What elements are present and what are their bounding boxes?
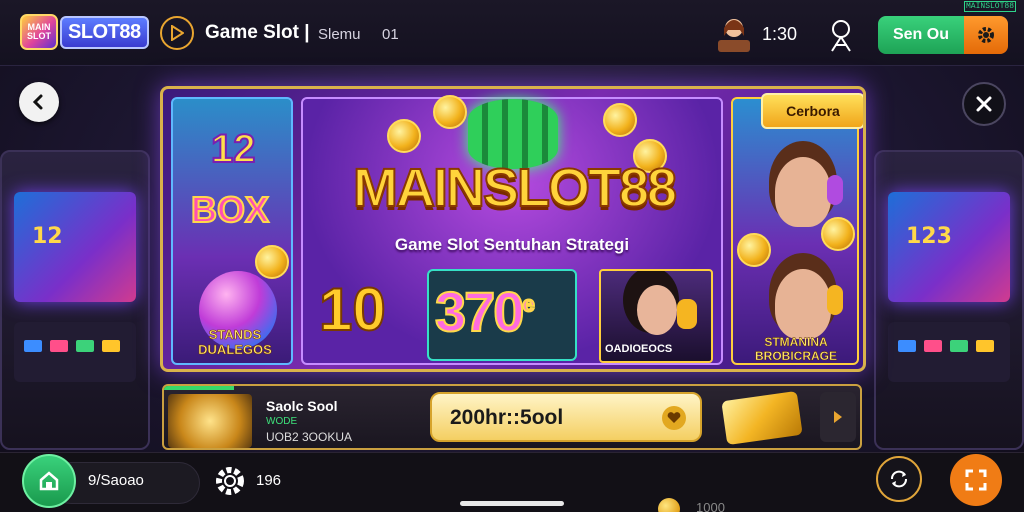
promo-strip[interactable]: Saolc Sool WODE UOB2 3OOKUA 200hr::5ool	[162, 384, 862, 450]
tag-button[interactable]: Cerbora	[761, 93, 863, 129]
sync-button[interactable]	[876, 456, 922, 502]
user-icon[interactable]	[826, 18, 856, 54]
coin-icon	[821, 217, 855, 251]
home-icon	[39, 471, 59, 491]
banner-center-panel: MAINSLOT88 Game Slot Sentuhan Strategi 1…	[301, 95, 723, 365]
promo-title: Saolc Sool	[266, 398, 338, 414]
arrow-left-icon	[32, 94, 43, 110]
promo-subtitle: WODE	[266, 416, 298, 427]
page-subtitle: Slemu	[318, 26, 361, 43]
bottom-amount: 1000	[696, 500, 725, 512]
logo-badge: MAIN SLOT	[20, 14, 58, 50]
page-number: 01	[382, 26, 399, 43]
promo-banner[interactable]: 12 BOX STANDS DUALEGOS MAINSLOT88 Game S…	[160, 86, 866, 372]
number-right-sup: e	[521, 290, 535, 317]
play-button[interactable]	[160, 16, 194, 50]
gold-bar-graphic	[721, 390, 803, 446]
coin-icon	[737, 233, 771, 267]
close-button[interactable]	[962, 82, 1006, 126]
top-bar	[0, 0, 1024, 66]
expand-icon	[965, 469, 987, 491]
player-image-bottom	[775, 269, 831, 339]
coin-icon	[603, 103, 637, 137]
avatar[interactable]	[716, 14, 752, 54]
arcade-cabinet-right: 123	[874, 150, 1024, 450]
promo-progress-bar	[164, 386, 234, 390]
banner-left-panel: 12 BOX STANDS DUALEGOS	[171, 97, 293, 365]
left-word: BOX	[190, 188, 270, 231]
play-icon	[171, 25, 184, 41]
sync-icon	[891, 470, 907, 488]
coin-icon	[255, 245, 289, 279]
sign-in-label: Sen Ou	[878, 16, 964, 54]
heart-icon[interactable]	[662, 406, 686, 430]
brand-title: MAINSLOT88	[352, 157, 678, 219]
headphones-icon	[827, 285, 843, 315]
expand-button[interactable]	[950, 454, 1002, 506]
number-right-value: 370	[434, 279, 525, 344]
chevron-right-icon	[834, 411, 842, 423]
number-right: 370e	[434, 279, 536, 344]
home-button[interactable]	[22, 454, 76, 508]
back-button[interactable]	[19, 82, 59, 122]
headphones-icon	[827, 175, 843, 205]
banner-right-panel: STMANINA BROBICRAGE	[731, 97, 859, 365]
balance-display: 1:30	[762, 24, 798, 44]
next-button[interactable]	[820, 392, 856, 442]
pill-text: 9/Saoao	[88, 472, 144, 489]
arcade-cabinet-left: 12	[0, 150, 150, 450]
photo-caption: OADIOEOCS	[605, 343, 673, 355]
tagline: Game Slot Sentuhan Strategi	[394, 235, 630, 254]
gear-icon[interactable]	[214, 465, 246, 497]
sign-in-button[interactable]: Sen Ou	[878, 16, 1008, 54]
left-number: 12	[210, 126, 256, 172]
player-image-top	[775, 157, 831, 227]
player-photo: OADIOEOCS	[599, 269, 713, 363]
promo-timer-text: 200hr::5ool	[450, 406, 564, 429]
close-icon	[976, 96, 992, 112]
logo-text: SLOT88	[60, 15, 149, 49]
count-text: 196	[256, 472, 282, 489]
home-indicator[interactable]	[460, 501, 564, 506]
corner-tag: MAINSLOT88	[964, 1, 1016, 12]
left-caption: STANDS DUALEGOS	[198, 327, 272, 358]
promo-code: UOB2 3OOKUA	[266, 430, 353, 444]
right-caption: STMANINA BROBICRAGE	[754, 335, 837, 363]
coin-icon	[387, 119, 421, 153]
app-logo[interactable]: MAIN SLOT SLOT88	[20, 14, 149, 50]
gear-icon	[964, 16, 1008, 54]
promo-thumbnail	[168, 394, 252, 448]
coin-icon	[433, 95, 467, 129]
promo-timer[interactable]: 200hr::5ool	[430, 392, 702, 442]
number-left: 10	[318, 275, 387, 344]
page-title: Game Slot |	[205, 22, 310, 43]
